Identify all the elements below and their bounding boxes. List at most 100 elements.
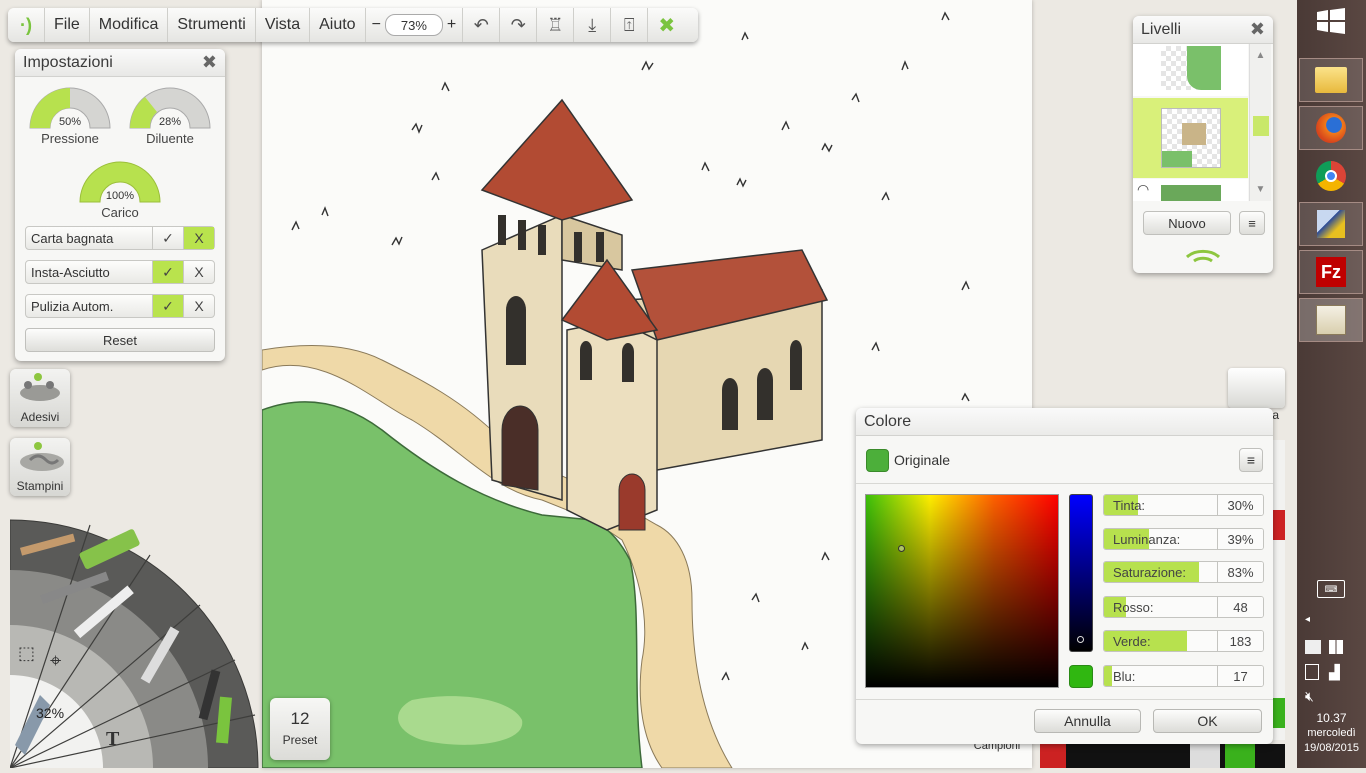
export-icon[interactable]: ⍐ bbox=[611, 8, 649, 42]
load-gauge[interactable]: 100% Carico bbox=[74, 156, 166, 220]
scroll-thumb[interactable] bbox=[1253, 116, 1269, 136]
settings-title: Impostazioni bbox=[23, 53, 113, 71]
app-logo-icon[interactable]: ·) bbox=[8, 8, 45, 42]
layer-item[interactable] bbox=[1133, 44, 1248, 96]
reset-button[interactable]: Reset bbox=[25, 328, 215, 352]
hue-slider[interactable]: Tinta: 30% bbox=[1103, 494, 1264, 516]
wheel-text-icon[interactable]: T bbox=[106, 728, 119, 751]
ok-button[interactable]: OK bbox=[1153, 709, 1262, 733]
thinner-gauge[interactable]: 28% Diluente bbox=[124, 82, 216, 146]
tray-flag-icon[interactable] bbox=[1305, 640, 1321, 654]
signal-icon[interactable]: ▟ bbox=[1329, 664, 1340, 681]
wheel-transform-icon[interactable]: ⌖ bbox=[50, 650, 61, 673]
keyboard-icon[interactable]: ⌨ bbox=[1317, 580, 1345, 598]
menu-modifica[interactable]: Modifica bbox=[90, 8, 169, 42]
insta-dry-off-button[interactable]: X bbox=[183, 261, 214, 283]
clock-date[interactable]: 19/08/2015 bbox=[1297, 742, 1366, 754]
taskbar-chrome[interactable] bbox=[1299, 154, 1363, 198]
wet-paper-on-button[interactable]: ✓ bbox=[152, 227, 183, 249]
taskbar-explorer[interactable] bbox=[1299, 58, 1363, 102]
menu-aiuto[interactable]: Aiuto bbox=[310, 8, 366, 42]
firefox-icon bbox=[1316, 113, 1346, 143]
dialog-divider bbox=[856, 699, 1273, 700]
preset-count: 12 bbox=[290, 709, 310, 728]
color-options-icon[interactable]: ≡ bbox=[1239, 448, 1263, 472]
new-layer-button[interactable]: Nuovo bbox=[1143, 211, 1231, 235]
luminance-label: Luminanza: bbox=[1113, 532, 1181, 547]
zoom-in-button[interactable]: + bbox=[447, 16, 456, 34]
layers-scrollbar[interactable]: ▲ ▼ bbox=[1249, 44, 1271, 201]
auto-clean-on-button[interactable]: ✓ bbox=[152, 295, 183, 317]
saturation-value[interactable]: 83% bbox=[1217, 562, 1263, 582]
taskbar-network-app[interactable] bbox=[1299, 202, 1363, 246]
channel-bar-cursor[interactable] bbox=[1077, 636, 1084, 643]
easel-icon[interactable]: ♖ bbox=[537, 8, 575, 42]
clock-day[interactable]: mercoledì bbox=[1297, 727, 1366, 739]
menu-strumenti[interactable]: Strumenti bbox=[168, 8, 256, 42]
menu-file[interactable]: File bbox=[45, 8, 90, 42]
taskbar-firefox[interactable] bbox=[1299, 106, 1363, 150]
volume-muted-icon[interactable]: 🔇︎ bbox=[1305, 688, 1314, 705]
saturation-slider[interactable]: Saturazione: 83% bbox=[1103, 561, 1264, 583]
wet-paper-toggle: Carta bagnata ✓ X bbox=[25, 226, 215, 250]
folder-icon bbox=[1315, 67, 1347, 93]
layer-thumbnail bbox=[1161, 185, 1221, 201]
zoom-value-field[interactable]: 73% bbox=[384, 14, 443, 36]
luminance-value[interactable]: 39% bbox=[1217, 529, 1263, 549]
original-swatch[interactable] bbox=[866, 449, 889, 472]
color-field-cursor[interactable] bbox=[898, 545, 905, 552]
layer-item-selected[interactable] bbox=[1133, 98, 1248, 178]
pressure-gauge[interactable]: 50% Pressione bbox=[24, 82, 116, 146]
layers-menu-icon[interactable]: ≡ bbox=[1239, 211, 1265, 235]
blue-slider[interactable]: Blu: 17 bbox=[1103, 665, 1264, 687]
pressure-value: 50% bbox=[58, 116, 82, 128]
luminance-slider[interactable]: Luminanza: 39% bbox=[1103, 528, 1264, 550]
menu-vista[interactable]: Vista bbox=[256, 8, 311, 42]
import-icon[interactable]: ⤓ bbox=[574, 8, 612, 42]
green-slider[interactable]: Verde: 183 bbox=[1103, 630, 1264, 652]
tray-windows-icon[interactable] bbox=[1329, 640, 1343, 654]
redo-icon[interactable]: ↷ bbox=[500, 8, 538, 42]
hue-value[interactable]: 30% bbox=[1217, 495, 1263, 515]
red-value[interactable]: 48 bbox=[1217, 597, 1263, 617]
wheel-zoom-value[interactable]: 32% bbox=[36, 705, 64, 721]
color-dialog: Colore Originale ≡ Tinta: 30% Luminanza:… bbox=[856, 408, 1273, 744]
scroll-down-icon[interactable]: ▼ bbox=[1250, 184, 1271, 195]
battery-icon[interactable] bbox=[1305, 664, 1319, 680]
wheel-select-icon[interactable]: ⬚ bbox=[18, 643, 35, 664]
wet-paper-off-button[interactable]: X bbox=[183, 227, 214, 249]
windows-logo-icon bbox=[1317, 8, 1345, 34]
thinner-value: 28% bbox=[158, 116, 182, 128]
tray-expand-icon[interactable]: ◂ bbox=[1305, 614, 1310, 625]
layer-item[interactable]: ◠ bbox=[1133, 179, 1248, 201]
layer-thumbnail bbox=[1161, 46, 1221, 90]
close-icon[interactable]: ✖ bbox=[202, 52, 217, 73]
close-icon[interactable]: ✖ bbox=[1250, 19, 1265, 40]
taskbar-artrage[interactable] bbox=[1299, 298, 1363, 342]
settings-panel: Impostazioni ✖ 50% Pressione 28% Diluent… bbox=[15, 49, 225, 361]
auto-clean-off-button[interactable]: X bbox=[183, 295, 214, 317]
auto-clean-toggle: Pulizia Autom. ✓ X bbox=[25, 294, 215, 318]
blue-value[interactable]: 17 bbox=[1217, 666, 1263, 686]
close-canvas-icon[interactable]: ✖ bbox=[648, 8, 685, 42]
preset-button[interactable]: 12 Preset bbox=[270, 698, 330, 760]
zoom-out-button[interactable]: − bbox=[372, 16, 381, 34]
insta-dry-on-button[interactable]: ✓ bbox=[152, 261, 183, 283]
swatch-preview[interactable]: a bbox=[1228, 368, 1285, 422]
undo-icon[interactable]: ↶ bbox=[463, 8, 501, 42]
stencils-button[interactable]: Stampini bbox=[10, 438, 70, 496]
red-slider[interactable]: Rosso: 48 bbox=[1103, 596, 1264, 618]
color-field[interactable] bbox=[865, 494, 1059, 688]
scroll-up-icon[interactable]: ▲ bbox=[1250, 50, 1271, 61]
clock-time[interactable]: 10.37 bbox=[1297, 711, 1366, 725]
taskbar-filezilla[interactable]: Fz bbox=[1299, 250, 1363, 294]
chrome-icon bbox=[1316, 161, 1346, 191]
visibility-eye-icon[interactable]: ◠ bbox=[1137, 181, 1149, 198]
cancel-button[interactable]: Annulla bbox=[1034, 709, 1141, 733]
stickers-button[interactable]: Adesivi bbox=[10, 369, 70, 427]
channel-bar[interactable] bbox=[1069, 494, 1093, 652]
layers-collapse-icon[interactable] bbox=[1133, 245, 1273, 272]
green-value[interactable]: 183 bbox=[1217, 631, 1263, 651]
start-button[interactable] bbox=[1317, 8, 1345, 34]
thinner-label: Diluente bbox=[146, 131, 194, 146]
